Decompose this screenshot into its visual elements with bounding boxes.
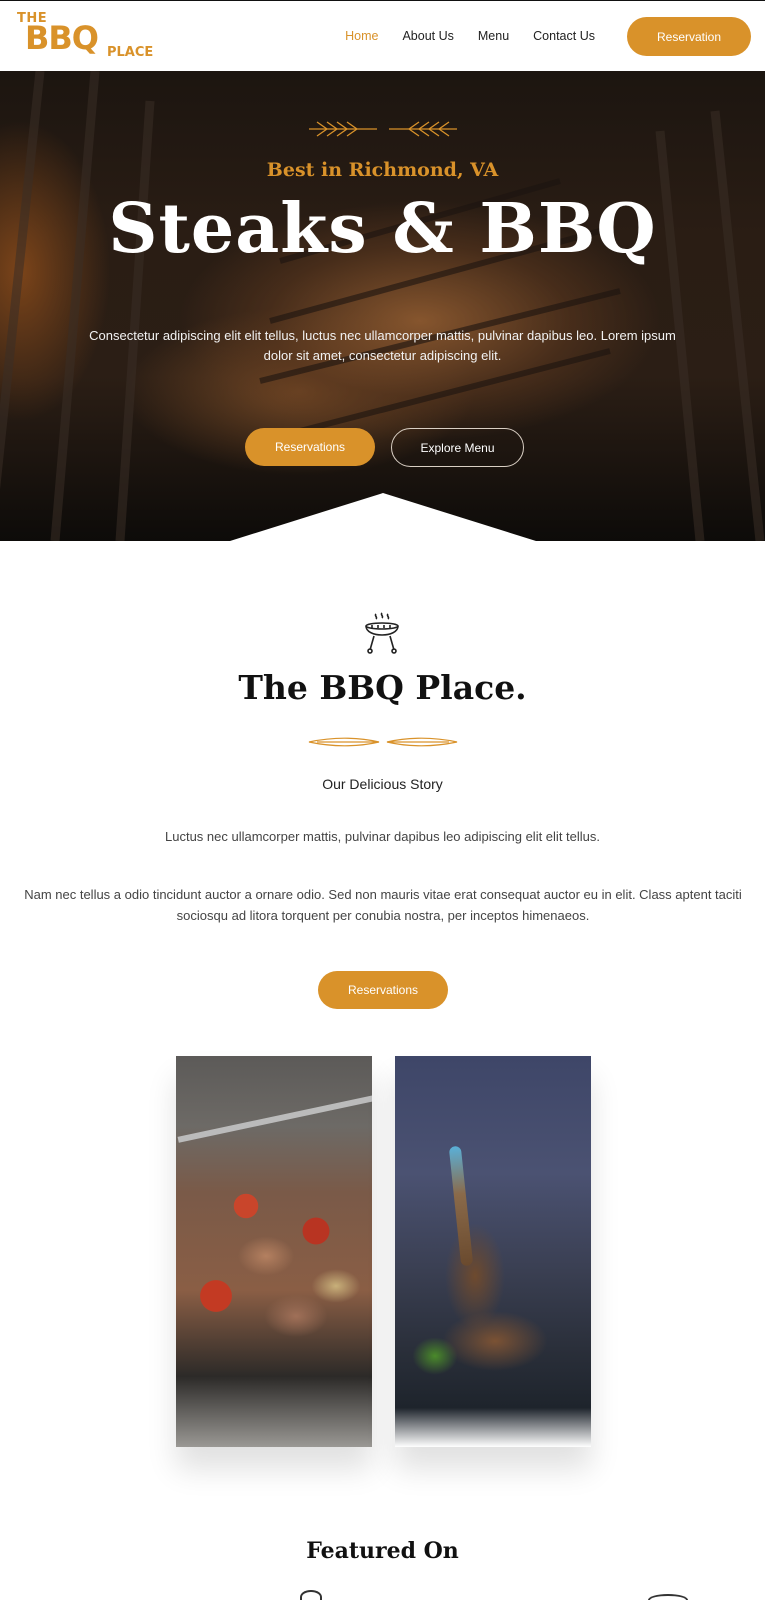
hero-reservations-button[interactable]: Reservations bbox=[245, 428, 375, 466]
story-paragraph-2: Nam nec tellus a odio tincidunt auctor a… bbox=[24, 887, 742, 923]
story-reservations-button[interactable]: Reservations bbox=[318, 971, 448, 1009]
hero-description: Consectetur adipiscing elit elit tellus,… bbox=[89, 328, 676, 363]
nav-contact-us[interactable]: Contact Us bbox=[533, 29, 595, 43]
nav-home[interactable]: Home bbox=[345, 29, 378, 43]
bone-shape bbox=[448, 1145, 474, 1267]
featured-on-title: Featured On bbox=[306, 1538, 459, 1564]
main-nav: Home About Us Menu Contact Us bbox=[345, 29, 595, 43]
hero-eyebrow: Best in Richmond, VA bbox=[266, 159, 499, 181]
featured-logo-right bbox=[648, 1594, 688, 1600]
hero-section: Best in Richmond, VA Steaks & BBQ Consec… bbox=[0, 71, 765, 541]
logo-place: PLACE bbox=[107, 45, 154, 60]
featured-logo-left bbox=[300, 1590, 322, 1600]
flame-icon bbox=[99, 29, 107, 40]
skewer-shape bbox=[177, 1095, 372, 1143]
nav-about-us[interactable]: About Us bbox=[402, 29, 453, 43]
bbq-place-logo[interactable]: THE BBQ PLACE bbox=[15, 11, 165, 63]
grill-icon bbox=[365, 612, 399, 654]
nav-menu[interactable]: Menu bbox=[478, 29, 509, 43]
kebab-skewers-photo bbox=[176, 1056, 372, 1447]
hero-title: Steaks & BBQ bbox=[108, 189, 657, 269]
story-paragraph-1: Luctus nec ullamcorper mattis, pulvinar … bbox=[165, 829, 600, 844]
section-divider-notch bbox=[230, 493, 536, 541]
story-title: The BBQ Place. bbox=[238, 668, 527, 707]
logo-bbq: BBQ bbox=[25, 19, 99, 57]
site-header: THE BBQ PLACE Home About Us Menu Contact… bbox=[0, 0, 765, 71]
lamb-chop-photo bbox=[395, 1056, 591, 1447]
wheat-ornament-icon bbox=[309, 121, 457, 137]
header-reservation-button[interactable]: Reservation bbox=[627, 17, 751, 56]
wheat-divider-icon bbox=[308, 737, 458, 747]
explore-menu-button[interactable]: Explore Menu bbox=[391, 428, 524, 467]
story-subtitle: Our Delicious Story bbox=[322, 776, 443, 792]
grill-background-image bbox=[0, 71, 765, 541]
